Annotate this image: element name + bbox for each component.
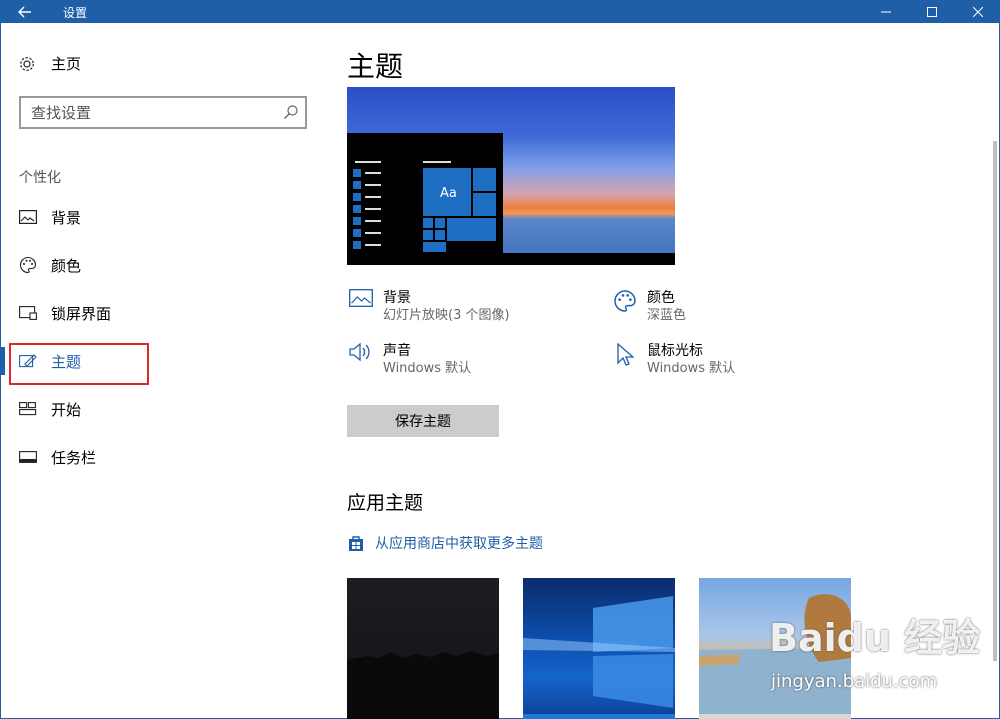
back-button[interactable] [1, 1, 49, 23]
gear-icon [17, 54, 37, 74]
active-indicator [1, 347, 5, 375]
title-bar: 设置 [1, 1, 1000, 23]
save-theme-button[interactable]: 保存主题 [347, 405, 499, 437]
minimize-icon [881, 11, 891, 13]
sidebar-item-taskbar[interactable]: 任务栏 [1, 433, 321, 481]
palette-icon [18, 256, 38, 274]
scrollbar[interactable] [993, 141, 997, 661]
property-name: 颜色 [647, 290, 675, 306]
store-link[interactable]: 从应用商店中获取更多主题 [347, 533, 543, 553]
section-label-personalization: 个性化 [19, 170, 61, 186]
property-value: 深蓝色 [647, 308, 687, 323]
property-background[interactable]: 背景 幻灯片放映(3 个图像) [347, 289, 510, 325]
watermark-logo: Baidu 经验 [769, 616, 981, 660]
preview-taskbar [347, 253, 675, 265]
taskbar-icon [18, 448, 38, 466]
cursor-icon [611, 342, 639, 370]
property-value: 幻灯片放映(3 个图像) [383, 308, 510, 323]
theme-thumbnail[interactable] [523, 578, 675, 719]
sidebar-item-label: 颜色 [51, 256, 82, 275]
maximize-button[interactable] [909, 1, 955, 23]
lockscreen-icon [18, 304, 38, 322]
store-bag-icon [349, 536, 363, 551]
property-value: Windows 默认 [383, 361, 472, 376]
minimize-button[interactable] [863, 1, 909, 23]
close-icon [973, 7, 983, 17]
watermark-url: jingyan.baidu.com [771, 671, 938, 692]
night-landscape-image [347, 651, 499, 719]
sidebar-item-label: 锁屏界面 [51, 304, 112, 323]
settings-window: 设置 主页 个性化 背景 [0, 0, 1000, 719]
sidebar-home[interactable]: 主页 [17, 53, 81, 74]
picture-icon [347, 289, 375, 317]
property-cursor[interactable]: 鼠标光标 Windows 默认 [611, 342, 735, 378]
property-name: 鼠标光标 [647, 343, 703, 359]
sidebar: 主页 个性化 背景 颜色 锁屏界面 [1, 23, 321, 719]
sidebar-item-label: 任务栏 [51, 448, 97, 467]
sidebar-home-label: 主页 [51, 55, 82, 73]
preview-tile-label: Aa [440, 186, 457, 201]
search-icon[interactable] [283, 104, 299, 120]
apply-theme-heading: 应用主题 [347, 492, 424, 514]
preview-start-menu: Aa [347, 133, 503, 265]
property-name: 背景 [383, 290, 411, 306]
property-sound[interactable]: 声音 Windows 默认 [347, 342, 471, 378]
sidebar-item-background[interactable]: 背景 [1, 193, 321, 241]
palette-icon [611, 289, 639, 317]
picture-icon [18, 208, 38, 226]
property-color[interactable]: 颜色 深蓝色 [611, 289, 686, 325]
search-input[interactable] [21, 98, 271, 127]
sidebar-item-color[interactable]: 颜色 [1, 241, 321, 289]
sidebar-item-label: 背景 [51, 208, 82, 227]
window-title: 设置 [63, 6, 88, 20]
page-title: 主题 [347, 50, 404, 83]
sidebar-item-start[interactable]: 开始 [1, 385, 321, 433]
property-name: 声音 [383, 343, 411, 359]
sidebar-item-label: 开始 [51, 400, 82, 419]
property-value: Windows 默认 [647, 361, 736, 376]
theme-preview: Aa [347, 87, 675, 265]
sidebar-item-lockscreen[interactable]: 锁屏界面 [1, 289, 321, 337]
search-box [19, 96, 307, 129]
speaker-icon [347, 342, 375, 370]
windows-logo-image [523, 596, 675, 719]
arrow-left-icon [18, 6, 31, 18]
start-icon [18, 400, 38, 418]
maximize-icon [927, 7, 937, 17]
close-button[interactable] [955, 1, 1000, 23]
store-link-label: 从应用商店中获取更多主题 [375, 536, 543, 552]
highlight-annotation [9, 343, 149, 385]
theme-thumbnail[interactable] [347, 578, 499, 719]
